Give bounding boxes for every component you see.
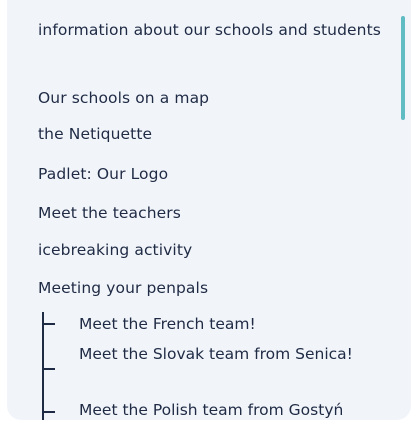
subnav-item-slovak-team[interactable]: Meet the Slovak team from Senica! <box>79 340 379 368</box>
nav-item-netiquette[interactable]: the Netiquette <box>38 120 383 148</box>
nav-item-schools-info[interactable]: information about our schools and studen… <box>38 16 383 44</box>
tree-connector-line <box>42 312 44 420</box>
nav-item-penpals[interactable]: Meeting your penpals <box>38 274 383 302</box>
subnav-item-polish-team[interactable]: Meet the Polish team from Gostyń <box>79 396 379 420</box>
subnav-item-french-team[interactable]: Meet the French team! <box>79 310 379 338</box>
tree-branch-line <box>42 411 55 413</box>
nav-item-schools-map[interactable]: Our schools on a map <box>38 84 383 112</box>
scrollbar-thumb[interactable] <box>401 16 405 120</box>
tree-branch-line <box>42 323 55 325</box>
navigation-panel: information about our schools and studen… <box>7 0 411 420</box>
tree-branch-line <box>42 368 55 370</box>
nav-item-padlet-logo[interactable]: Padlet: Our Logo <box>38 160 383 188</box>
nav-item-meet-teachers[interactable]: Meet the teachers <box>38 199 383 227</box>
nav-item-icebreaking[interactable]: icebreaking activity <box>38 236 383 264</box>
